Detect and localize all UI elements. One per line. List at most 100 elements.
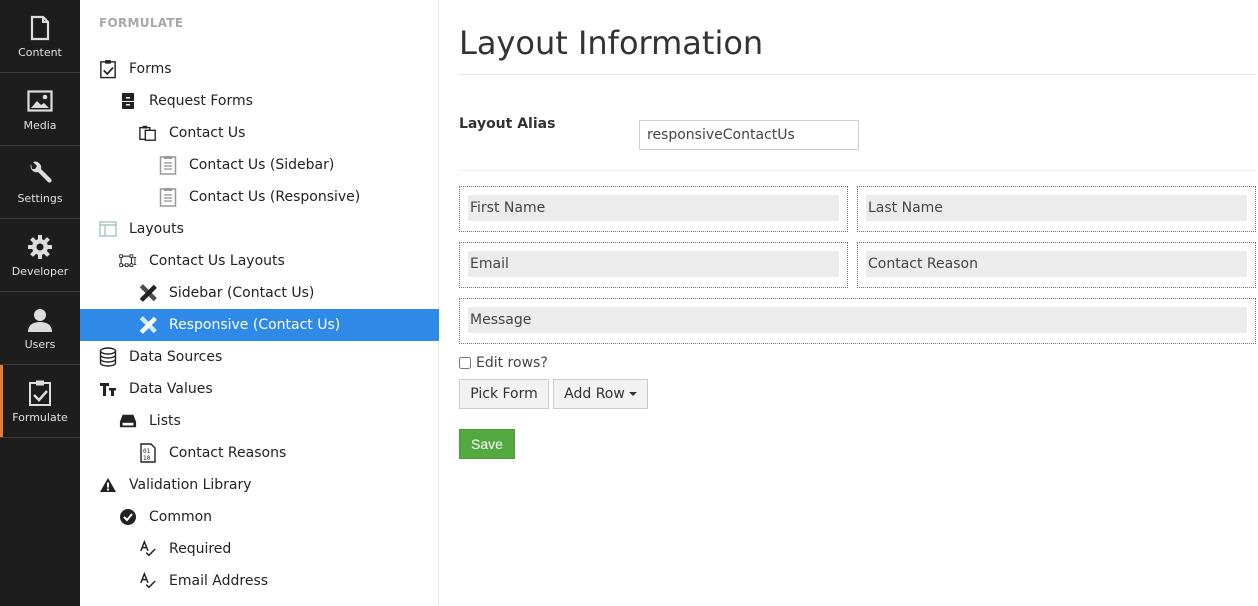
tree-item-label: Required	[169, 541, 232, 557]
tree-item-label: Forms	[129, 61, 172, 77]
form-document-icon	[159, 188, 177, 207]
layout-field[interactable]: Last Name	[866, 195, 1247, 221]
tree-item-contact-us[interactable]: Contact Us	[80, 117, 439, 149]
tree-item-request-forms[interactable]: Request Forms	[80, 85, 439, 117]
save-label: Save	[471, 436, 503, 452]
layout-field[interactable]: Email	[468, 251, 839, 277]
pencil-ruler-icon	[139, 284, 157, 302]
tree-item-label: Contact Us Layouts	[149, 253, 285, 269]
tree-item-lists[interactable]: Lists	[80, 405, 439, 437]
clipboard-check-icon	[99, 60, 117, 79]
wrench-icon	[26, 160, 54, 188]
section-settings[interactable]: Settings	[0, 146, 80, 219]
layout-field[interactable]: Message	[468, 307, 1247, 333]
spellcheck-icon	[139, 540, 157, 558]
user-icon	[26, 306, 54, 334]
pencil-ruler-icon	[139, 316, 157, 334]
tree-item-label: Common	[149, 509, 213, 525]
tree-header: FORMULATE	[99, 16, 184, 30]
tray-icon	[119, 412, 137, 430]
caret-down-icon	[628, 392, 637, 396]
add-row-label: Add Row	[564, 386, 625, 402]
layout-cell[interactable]: Last Name	[857, 186, 1256, 232]
warning-icon	[99, 476, 117, 494]
tree-item-label: Contact Reasons	[169, 445, 287, 461]
edit-rows-label: Edit rows?	[476, 355, 548, 371]
section-nav: Content Media Settings Developer Users Formul…	[0, 0, 80, 606]
tree-item-responsive-contact-us[interactable]: Responsive (Contact Us)	[80, 309, 439, 341]
app: Content Media Settings Developer Users Formul…	[0, 0, 1258, 606]
layout-icon	[99, 220, 117, 238]
section-label: Developer	[11, 264, 69, 278]
document-icon	[26, 14, 54, 42]
svg-text:01: 01	[143, 448, 151, 455]
gear-icon	[26, 233, 54, 261]
tree-item-contact-us-responsive[interactable]: Contact Us (Responsive)	[80, 181, 439, 213]
layout-field[interactable]: First Name	[468, 195, 839, 221]
alias-divider	[459, 170, 1256, 171]
tree-item-label: Lists	[149, 413, 181, 429]
title-divider	[459, 74, 1256, 75]
tree-item-sidebar-contact-us[interactable]: Sidebar (Contact Us)	[80, 277, 439, 309]
tree-item-forms[interactable]: Forms	[80, 53, 439, 85]
section-label: Settings	[17, 191, 63, 205]
tree-item-label: Contact Us	[169, 125, 246, 141]
tree-item-label: Contact Us (Sidebar)	[189, 157, 335, 173]
svg-text:10: 10	[143, 455, 151, 462]
section-label: Content	[18, 45, 62, 59]
section-content[interactable]: Content	[0, 0, 80, 73]
layout-group-icon	[119, 252, 137, 270]
check-circle-icon	[119, 508, 137, 526]
tree-panel: FORMULATE Forms Request Forms Contact Us Co…	[80, 0, 439, 606]
tree-item-label: Data Sources	[129, 349, 223, 365]
edit-rows-checkbox[interactable]	[459, 357, 471, 369]
layout-cell[interactable]: First Name	[459, 186, 848, 232]
tree-item-label: Layouts	[129, 221, 184, 237]
clipboard-stack-icon	[139, 124, 157, 142]
section-label: Media	[23, 118, 57, 132]
section-label: Formulate	[12, 410, 68, 424]
tree-item-layouts[interactable]: Layouts	[80, 213, 439, 245]
main-panel: Layout Information Layout Alias First Na…	[440, 0, 1258, 606]
layout-alias-input[interactable]	[639, 120, 859, 150]
tree-item-data-sources[interactable]: Data Sources	[80, 341, 439, 373]
spellcheck-icon	[139, 572, 157, 590]
tree-item-contact-us-layouts[interactable]: Contact Us Layouts	[80, 245, 439, 277]
layout-cell[interactable]: Email	[459, 242, 848, 288]
tree-item-required[interactable]: Required	[80, 533, 439, 565]
tree-item-label: Email Address	[169, 573, 269, 589]
edit-rows-checkbox-label[interactable]: Edit rows?	[459, 355, 548, 371]
tree-item-label: Responsive (Contact Us)	[169, 317, 341, 333]
layout-field[interactable]: Contact Reason	[866, 251, 1247, 277]
section-users[interactable]: Users	[0, 292, 80, 365]
tree-item-label: Validation Library	[129, 477, 252, 493]
tree-item-label: Data Values	[129, 381, 213, 397]
text-size-icon	[99, 380, 117, 398]
section-developer[interactable]: Developer	[0, 219, 80, 292]
save-button[interactable]: Save	[459, 429, 515, 459]
binary-file-icon: 01 10	[139, 443, 157, 463]
file-cabinet-icon	[119, 92, 137, 110]
tree-item-contact-reasons[interactable]: 01 10 Contact Reasons	[80, 437, 439, 469]
section-formulate[interactable]: Formulate	[0, 365, 80, 438]
layout-alias-label: Layout Alias	[459, 116, 556, 132]
tree-item-contact-us-sidebar[interactable]: Contact Us (Sidebar)	[80, 149, 439, 181]
clipboard-check-icon	[26, 379, 54, 407]
page-title: Layout Information	[459, 24, 764, 62]
layout-cell[interactable]: Message	[459, 298, 1256, 344]
tree-item-validation-library[interactable]: Validation Library	[80, 469, 439, 501]
form-document-icon	[159, 156, 177, 175]
tree-item-common[interactable]: Common	[80, 501, 439, 533]
tree-item-label: Request Forms	[149, 93, 253, 109]
add-row-button[interactable]: Add Row	[553, 379, 648, 409]
tree-item-data-values[interactable]: Data Values	[80, 373, 439, 405]
tree-item-email-address[interactable]: Email Address	[80, 565, 439, 597]
section-media[interactable]: Media	[0, 73, 80, 146]
section-label: Users	[24, 337, 56, 351]
tree-item-label: Contact Us (Responsive)	[189, 189, 361, 205]
image-icon	[26, 87, 54, 115]
layout-cell[interactable]: Contact Reason	[857, 242, 1256, 288]
pick-form-button[interactable]: Pick Form	[459, 379, 549, 409]
database-icon	[99, 347, 117, 367]
tree-item-label: Sidebar (Contact Us)	[169, 285, 315, 301]
